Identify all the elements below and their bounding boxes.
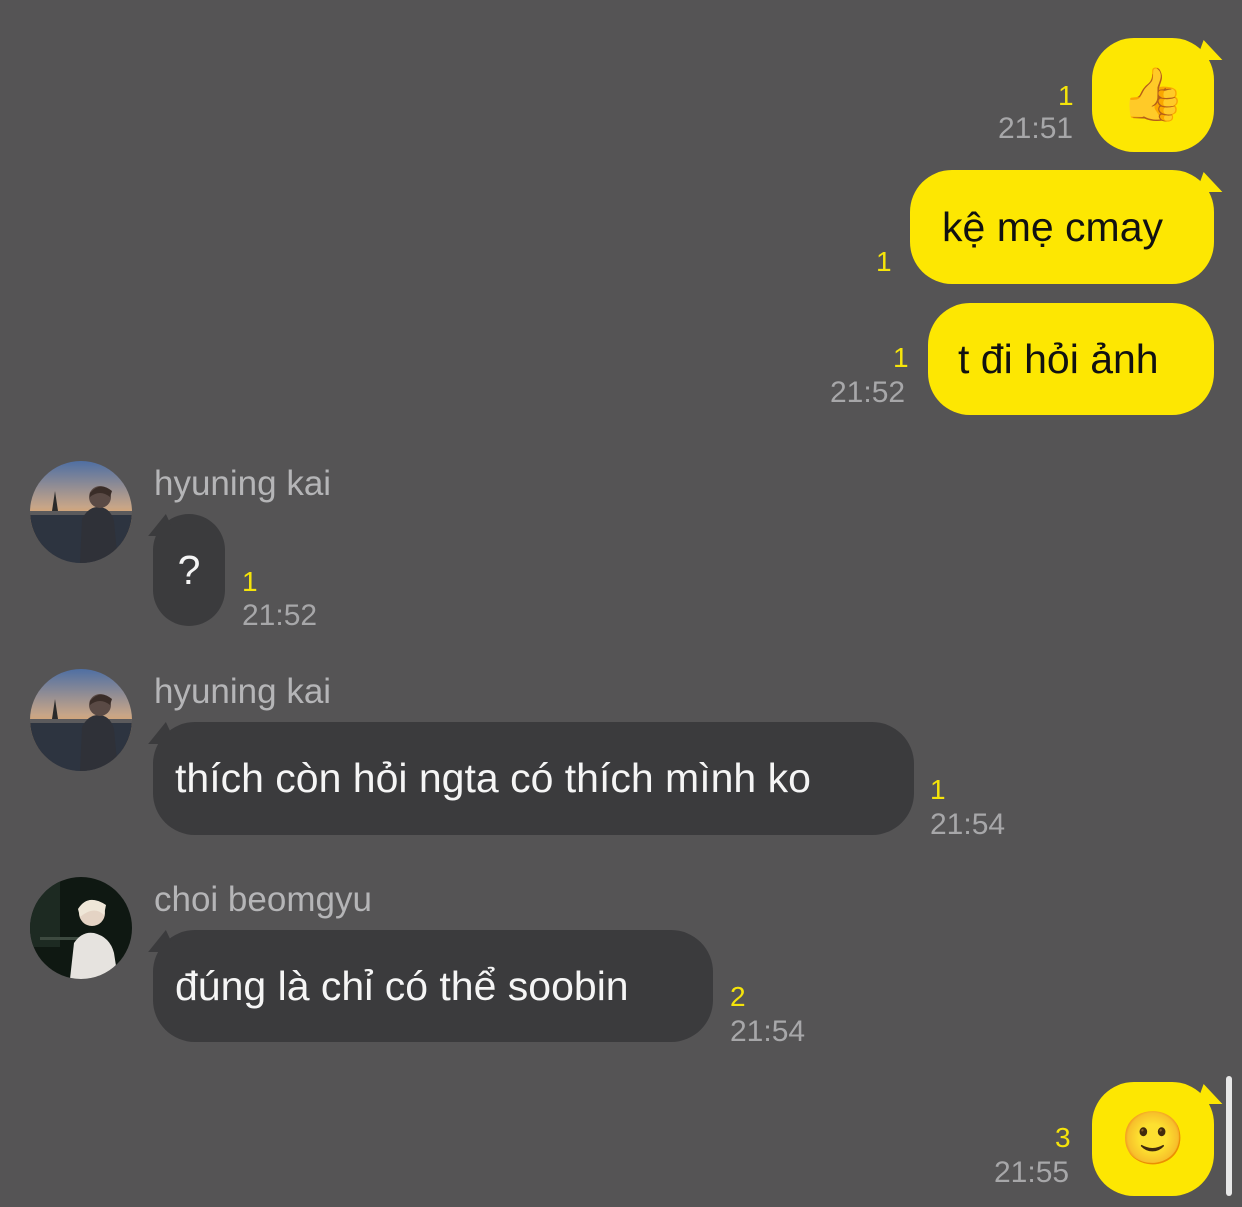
message-text: đúng là chỉ có thể soobin — [175, 962, 629, 1009]
avatar-hyuning-kai[interactable] — [30, 461, 132, 563]
message-time: 21:52 — [242, 599, 318, 632]
message-bubble[interactable]: thích còn hỏi ngta có thích mình ko — [153, 722, 914, 835]
unread-count: 1 — [242, 566, 258, 597]
message-time: 21:55 — [994, 1156, 1070, 1189]
avatar-hyuning-kai[interactable] — [30, 669, 132, 771]
message-text: ? — [177, 546, 201, 593]
smiling-face-emoji-icon: 🙂 — [1120, 1109, 1186, 1169]
scrollbar[interactable] — [1226, 1076, 1232, 1196]
message-bubble[interactable]: t đi hỏi ảnh — [928, 303, 1214, 415]
message-text: thích còn hỏi ngta có thích mình ko — [175, 755, 811, 801]
message-time: 21:51 — [998, 112, 1074, 145]
message-bubble-smile[interactable]: 🙂 — [1092, 1082, 1214, 1196]
unread-count: 3 — [1055, 1122, 1071, 1153]
avatar-choi-beomgyu[interactable] — [30, 877, 132, 979]
sender-name: hyuning kai — [154, 672, 332, 711]
unread-count: 1 — [876, 246, 892, 277]
sender-name: choi beomgyu — [154, 880, 372, 919]
message-time: 21:54 — [730, 1015, 806, 1048]
message-bubble[interactable]: kệ mẹ cmay — [910, 170, 1214, 284]
unread-count: 1 — [893, 342, 909, 373]
message-bubble[interactable]: ? — [153, 514, 225, 626]
message-time: 21:54 — [930, 808, 1006, 841]
unread-count: 1 — [1058, 80, 1074, 111]
message-bubble[interactable]: đúng là chỉ có thể soobin — [153, 930, 713, 1042]
unread-count: 1 — [930, 774, 946, 805]
sender-name: hyuning kai — [154, 464, 332, 503]
message-bubble-thumbs-up[interactable]: 👍 — [1092, 38, 1214, 152]
message-time: 21:52 — [830, 376, 906, 409]
thumbs-up-emoji-icon: 👍 — [1120, 65, 1186, 125]
message-text: t đi hỏi ảnh — [958, 335, 1159, 382]
message-text: kệ mẹ cmay — [942, 203, 1163, 250]
unread-count: 2 — [730, 981, 746, 1012]
